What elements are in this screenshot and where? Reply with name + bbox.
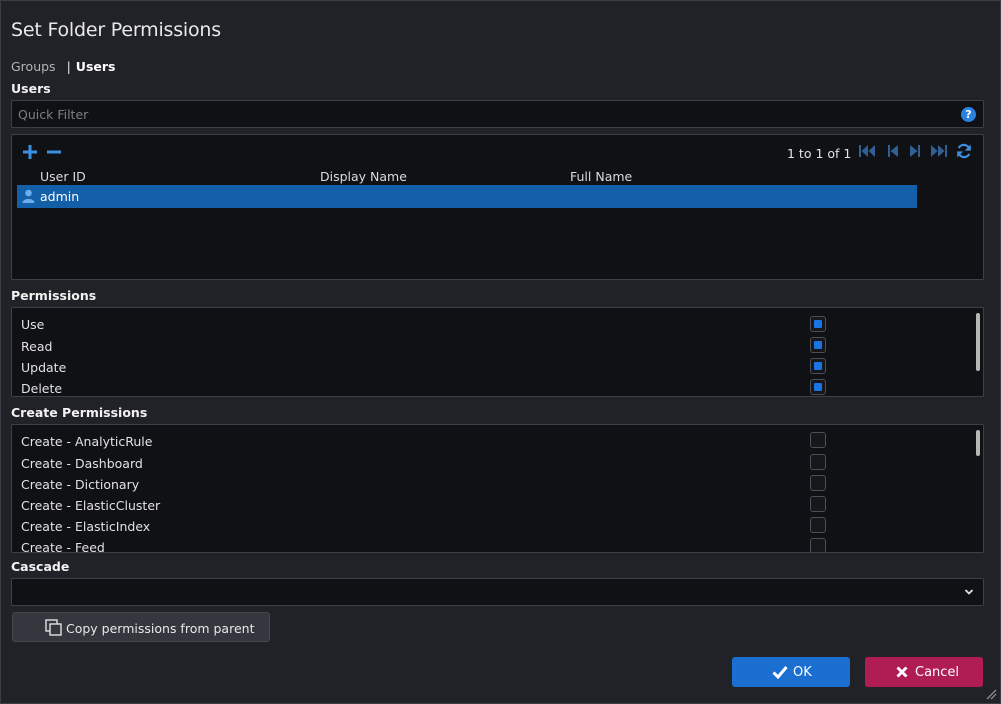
permission-label-update: Update (21, 360, 67, 375)
permission-checkbox-delete[interactable] (810, 379, 826, 395)
cascade-select[interactable] (11, 578, 984, 606)
create-permission-checkbox-elasticcluster[interactable] (810, 496, 826, 512)
previous-page-icon[interactable] (887, 144, 899, 158)
create-permission-checkbox-analyticrule[interactable] (810, 432, 826, 448)
user-icon (22, 189, 35, 203)
permission-label-read: Read (21, 339, 53, 354)
table-row[interactable]: admin (17, 185, 917, 208)
permission-checkbox-update[interactable] (810, 358, 826, 374)
cancel-button[interactable]: Cancel (865, 657, 983, 687)
create-permission-checkbox-feed[interactable] (810, 538, 826, 552)
create-permission-label-elasticindex: Create - ElasticIndex (21, 519, 151, 534)
permission-label-use: Use (21, 317, 45, 332)
set-folder-permissions-dialog: Set Folder Permissions Groups | Users Us… (0, 0, 1001, 704)
dialog-title: Set Folder Permissions (11, 19, 221, 41)
column-header-user-id[interactable]: User ID (40, 169, 86, 184)
create-permissions-scrollbar[interactable] (976, 430, 980, 456)
create-permissions-section-label: Create Permissions (11, 405, 148, 420)
tab-bar: Groups | Users (11, 59, 115, 74)
copy-icon (45, 619, 62, 636)
first-page-icon[interactable] (859, 144, 877, 158)
copy-button-label: Copy permissions from parent (66, 621, 255, 636)
next-page-icon[interactable] (909, 144, 921, 158)
row-user-id: admin (40, 189, 80, 204)
column-header-full-name[interactable]: Full Name (570, 169, 632, 184)
refresh-icon[interactable] (956, 143, 972, 159)
copy-permissions-from-parent-button[interactable]: Copy permissions from parent (12, 612, 270, 642)
create-permission-label-dashboard: Create - Dashboard (21, 456, 143, 471)
checkmark-icon (772, 666, 788, 679)
permission-label-delete: Delete (21, 381, 63, 396)
plus-icon[interactable] (23, 144, 37, 160)
pager-text: 1 to 1 of 1 (787, 146, 852, 161)
resize-handle-icon[interactable] (985, 688, 997, 700)
users-table-panel: 1 to 1 of 1 User ID Display Name Full Na… (11, 134, 984, 280)
close-icon (896, 666, 908, 678)
minus-icon[interactable] (47, 144, 61, 160)
permissions-section-label: Permissions (11, 288, 97, 303)
permission-checkbox-read[interactable] (810, 337, 826, 353)
cancel-button-label: Cancel (915, 665, 960, 680)
create-permissions-list: Create - AnalyticRule Create - Dashboard… (11, 424, 984, 553)
users-section-label: Users (11, 81, 51, 96)
create-permission-label-elasticcluster: Create - ElasticCluster (21, 498, 161, 513)
create-permission-label-analyticrule: Create - AnalyticRule (21, 434, 153, 449)
ok-button-label: OK (793, 665, 812, 680)
create-permission-checkbox-dictionary[interactable] (810, 475, 826, 491)
tab-groups[interactable]: Groups (11, 59, 56, 74)
quick-filter-input[interactable] (12, 101, 952, 127)
create-permission-label-feed: Create - Feed (21, 540, 105, 553)
cascade-section-label: Cascade (11, 559, 70, 574)
column-header-display-name[interactable]: Display Name (320, 169, 407, 184)
create-permission-checkbox-dashboard[interactable] (810, 454, 826, 470)
permissions-list: Use Read Update Delete (11, 307, 984, 397)
help-icon[interactable]: ? (961, 107, 976, 122)
tab-users[interactable]: Users (76, 59, 116, 74)
ok-button[interactable]: OK (732, 657, 850, 687)
tab-separator: | (66, 59, 71, 74)
create-permission-checkbox-elasticindex[interactable] (810, 517, 826, 533)
last-page-icon[interactable] (930, 144, 948, 158)
create-permission-label-dictionary: Create - Dictionary (21, 477, 140, 492)
chevron-down-icon (964, 589, 974, 595)
permission-checkbox-use[interactable] (810, 316, 826, 332)
quick-filter-field: ? (11, 100, 984, 128)
permissions-scrollbar[interactable] (976, 313, 980, 371)
